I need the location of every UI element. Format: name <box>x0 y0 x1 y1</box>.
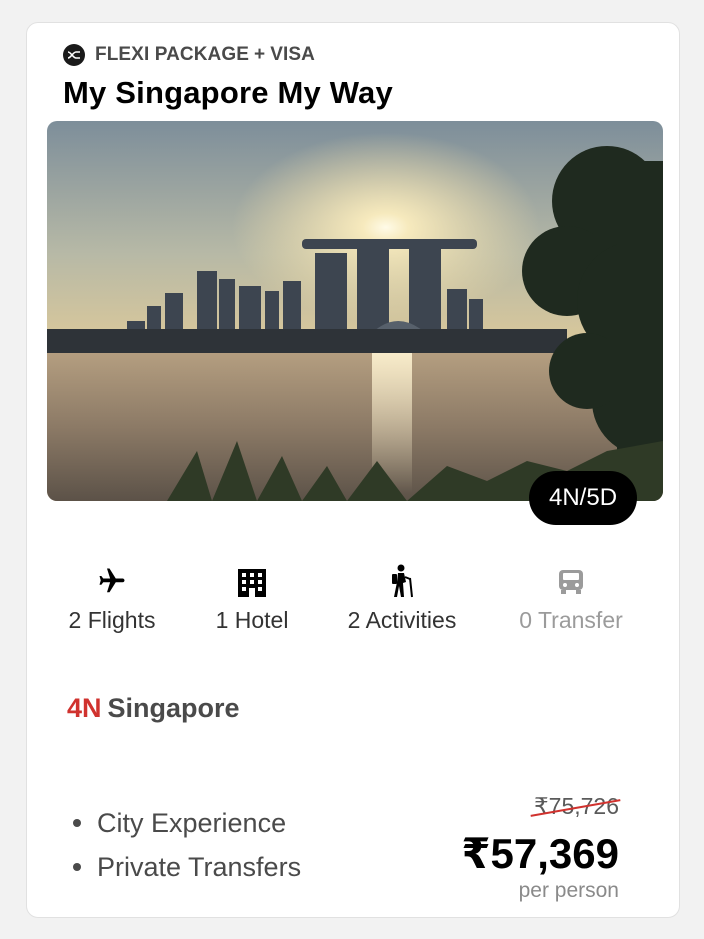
feature-hotel: 1 Hotel <box>207 563 297 634</box>
original-price: ₹75,726 <box>530 793 621 820</box>
feature-label: 2 Activities <box>347 607 457 633</box>
package-hero-image[interactable] <box>47 121 663 501</box>
duration-badge: 4N/5D <box>529 471 638 525</box>
package-type-label: FLEXI PACKAGE <box>95 44 250 65</box>
hotel-building-icon <box>238 563 266 599</box>
package-type-row: FLEXI PACKAGE + VISA <box>63 44 315 66</box>
destination-row: 4N Singapore <box>67 693 240 724</box>
highlight-label: Private Transfers <box>97 851 302 882</box>
bullet-icon <box>73 863 81 871</box>
feature-label: 2 Flights <box>68 607 156 633</box>
hiker-icon <box>389 563 415 599</box>
feature-label: 1 Hotel <box>215 607 289 633</box>
destination-nights: 4N <box>67 693 102 723</box>
car-icon <box>556 563 586 599</box>
list-item: Private Transfers <box>73 845 301 889</box>
current-price: ₹57,369 <box>461 830 619 877</box>
feature-transfer: 0 Transfer <box>511 563 631 634</box>
bullet-icon <box>73 819 81 827</box>
package-title[interactable]: My Singapore My Way <box>63 75 393 111</box>
feature-activities: 2 Activities <box>337 563 467 634</box>
plus-sign: + <box>254 44 266 65</box>
destination-city: Singapore <box>107 693 240 723</box>
package-card[interactable]: FLEXI PACKAGE + VISA My Singapore My Way <box>26 22 680 918</box>
highlights-list: City Experience Private Transfers <box>73 801 301 889</box>
price-unit: per person <box>518 879 619 902</box>
visa-label: VISA <box>270 44 315 65</box>
highlight-label: City Experience <box>97 807 287 838</box>
list-item: City Experience <box>73 801 301 845</box>
feature-flights: 2 Flights <box>67 563 157 634</box>
flexi-shuffle-icon <box>63 44 85 66</box>
airplane-icon <box>95 563 129 599</box>
feature-label: 0 Transfer <box>519 607 623 633</box>
